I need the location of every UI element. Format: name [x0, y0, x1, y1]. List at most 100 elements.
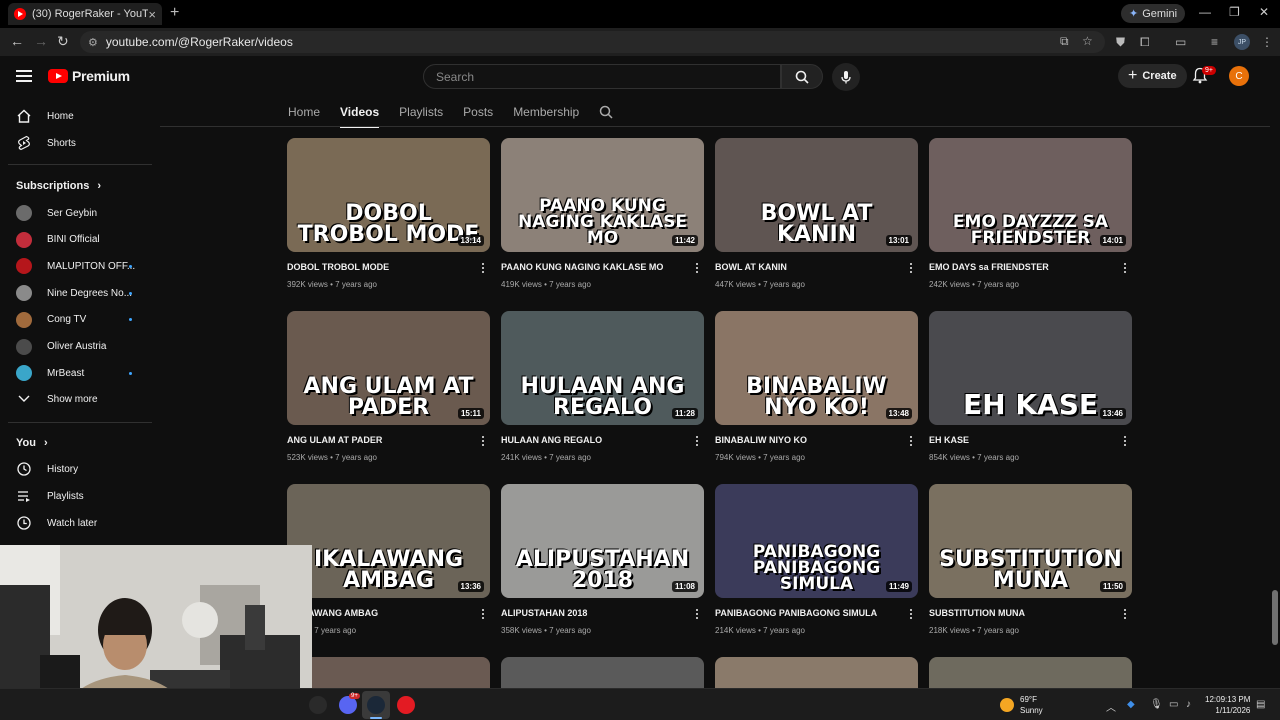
voice-search-button[interactable] [832, 63, 860, 91]
channel-search-icon[interactable] [599, 105, 613, 119]
sidebar-item-watch-later[interactable]: Watch later [0, 510, 155, 536]
video-card[interactable]: DOBOL TROBOL MODE 13:14 DOBOL TROBOL MODE 3… [287, 138, 490, 289]
browser-profile-avatar[interactable]: JP [1234, 34, 1250, 50]
video-card[interactable]: HULAAN ANG REGALO 11:28 HULAAN ANG REGALO 2… [501, 311, 704, 462]
video-thumbnail-partial[interactable] [287, 657, 490, 688]
tab-membership[interactable]: Membership [513, 105, 579, 119]
minimize-icon[interactable]: — [1199, 5, 1211, 19]
browser-menu-icon[interactable]: ⋮ [1261, 35, 1273, 49]
tab-close-icon[interactable]: × [148, 7, 156, 22]
video-title[interactable]: EMO DAYS sa FRIENDSTER [929, 262, 1132, 272]
close-window-icon[interactable]: ✕ [1259, 5, 1269, 19]
video-card[interactable]: EH KASE 13:46 EH KASE 854K views • 7 years … [929, 311, 1132, 462]
tab-videos[interactable]: Videos [340, 105, 380, 128]
video-card[interactable]: PAANO KUNG NAGING KAKLASE MO 11:42 PAANO K… [501, 138, 704, 289]
taskbar-clock[interactable]: 12:09:13 PM 1/11/2026 [1205, 694, 1250, 716]
video-title[interactable]: ANG ULAM AT PADER [287, 435, 490, 445]
more-actions-icon[interactable] [908, 609, 914, 621]
menu-hamburger-icon[interactable] [16, 70, 32, 82]
video-title[interactable]: DOBOL TROBOL MODE [287, 262, 490, 272]
reload-icon[interactable]: ↻ [57, 33, 69, 50]
video-thumbnail[interactable]: HULAAN ANG REGALO 11:28 [501, 311, 704, 425]
more-actions-icon[interactable] [1122, 263, 1128, 275]
video-title[interactable]: BOWL AT KANIN [715, 262, 918, 272]
sidebar-item-malupiton-off[interactable]: MALUPITON OFF... [0, 253, 155, 279]
bookmark-star-icon[interactable]: ☆ [1082, 34, 1093, 48]
tray-app-icon[interactable]: ◆ [1127, 699, 1135, 710]
youtube-premium-logo[interactable]: Premium [48, 68, 130, 84]
notifications-tray-icon[interactable]: ▤ [1256, 699, 1265, 710]
video-thumbnail-partial[interactable] [929, 657, 1132, 688]
gemini-button[interactable]: ✦ Gemini [1121, 4, 1186, 23]
tab-posts[interactable]: Posts [463, 105, 493, 119]
tab-search-icon[interactable]: ≡ [1211, 35, 1218, 49]
video-thumbnail[interactable]: PANIBAGONG PANIBAGONG SIMULA 11:49 [715, 484, 918, 598]
more-actions-icon[interactable] [480, 263, 486, 275]
tray-chevron-icon[interactable]: ︿ [1106, 699, 1116, 714]
new-tab-icon[interactable]: + [170, 4, 179, 22]
create-button[interactable]: + Create [1118, 64, 1187, 88]
install-icon[interactable]: ⧉ [1060, 34, 1069, 49]
video-thumbnail[interactable]: ANG ULAM AT PADER 15:11 [287, 311, 490, 425]
more-actions-icon[interactable] [694, 609, 700, 621]
search-button[interactable] [781, 64, 823, 89]
restore-icon[interactable]: ❐ [1229, 5, 1240, 19]
taskbar-active-app[interactable] [362, 691, 390, 719]
video-title[interactable]: PAANO KUNG NAGING KAKLASE MO [501, 262, 704, 272]
sidebar-item-ser-geybin[interactable]: Ser Geybin [0, 200, 155, 226]
video-title[interactable]: BINABALIW NIYO KO [715, 435, 918, 445]
video-thumbnail-partial[interactable] [715, 657, 918, 688]
video-card[interactable]: PANIBAGONG PANIBAGONG SIMULA 11:49 PANIBAG… [715, 484, 918, 635]
more-actions-icon[interactable] [694, 436, 700, 448]
sidepanel-icon[interactable]: ▭ [1175, 35, 1186, 49]
video-card[interactable]: EMO DAYZZZ SA FRIENDSTER 14:01 EMO DAYS sa… [929, 138, 1132, 289]
sidebar-item-cong-tv[interactable]: Cong TV [0, 307, 155, 333]
video-title[interactable]: PANIBAGONG PANIBAGONG SIMULA [715, 608, 918, 618]
video-title[interactable]: SUBSTITUTION MUNA [929, 608, 1132, 618]
sidebar-item-playlists[interactable]: Playlists [0, 483, 155, 509]
more-actions-icon[interactable] [480, 436, 486, 448]
more-actions-icon[interactable] [1122, 609, 1128, 621]
more-actions-icon[interactable] [480, 609, 486, 621]
account-avatar[interactable]: C [1229, 66, 1249, 86]
extensions-icon[interactable]: ⧠ [1140, 35, 1150, 50]
sidebar-item-shorts[interactable]: Shorts [0, 130, 155, 156]
subscriptions-heading[interactable]: Subscriptions › [16, 180, 101, 192]
browser-tab[interactable]: (30) RogerRaker - YouTube × [8, 3, 162, 25]
video-thumbnail[interactable]: BOWL AT KANIN 13:01 [715, 138, 918, 252]
video-title[interactable]: HULAAN ANG REGALO [501, 435, 704, 445]
video-thumbnail[interactable]: EH KASE 13:46 [929, 311, 1132, 425]
sidebar-item-nine-degrees-no[interactable]: Nine Degrees No... [0, 280, 155, 306]
search-input[interactable]: Search [423, 64, 781, 89]
sidebar-item-home[interactable]: Home [0, 103, 155, 129]
tab-playlists[interactable]: Playlists [399, 105, 443, 119]
sidebar-item-history[interactable]: History [0, 456, 155, 482]
tab-home[interactable]: Home [288, 105, 320, 119]
back-icon[interactable]: ← [10, 33, 24, 49]
shield-extension-icon[interactable]: ⛊ [1116, 35, 1125, 50]
weather-widget[interactable]: 69°F Sunny [1000, 694, 1043, 716]
video-card[interactable]: IKALAWANG AMBAG13:36IKALAWANG AMBAGviews… [287, 484, 490, 635]
video-thumbnail[interactable]: PAANO KUNG NAGING KAKLASE MO 11:42 [501, 138, 704, 252]
you-heading[interactable]: You › [16, 437, 48, 449]
video-thumbnail[interactable]: IKALAWANG AMBAG 13:36 [287, 484, 490, 598]
more-actions-icon[interactable] [694, 263, 700, 275]
video-card[interactable]: ALIPUSTAHAN 2018 11:08 ALIPUSTAHAN 2018 358… [501, 484, 704, 635]
site-info-icon[interactable]: ⚙ [88, 36, 98, 49]
more-actions-icon[interactable] [908, 263, 914, 275]
microphone-tray-icon[interactable]: 🎙 [1150, 699, 1163, 710]
sidebar-item-mrbeast[interactable]: MrBeast [0, 360, 155, 386]
video-card[interactable]: BOWL AT KANIN 13:01 BOWL AT KANIN 447K view… [715, 138, 918, 289]
network-icon[interactable]: ▭ [1169, 699, 1178, 710]
forward-icon[interactable]: → [34, 33, 48, 49]
video-card[interactable]: SUBSTITUTION MUNA 11:50 SUBSTITUTION MUNA 2… [929, 484, 1132, 635]
more-actions-icon[interactable] [1122, 436, 1128, 448]
volume-icon[interactable]: ♪ [1186, 699, 1191, 710]
video-card[interactable]: BINABALIW NYO KO! 13:48 BINABALIW NIYO KO 7… [715, 311, 918, 462]
video-thumbnail[interactable]: ALIPUSTAHAN 2018 11:08 [501, 484, 704, 598]
show-more-button[interactable]: Show more [0, 386, 155, 412]
video-thumbnail[interactable]: EMO DAYZZZ SA FRIENDSTER 14:01 [929, 138, 1132, 252]
video-title[interactable]: EH KASE [929, 435, 1132, 445]
url-field[interactable]: ⚙ youtube.com/@RogerRaker/videos ⧉ ☆ [80, 31, 1105, 53]
sidebar-item-bini-official[interactable]: BINI Official [0, 227, 155, 253]
